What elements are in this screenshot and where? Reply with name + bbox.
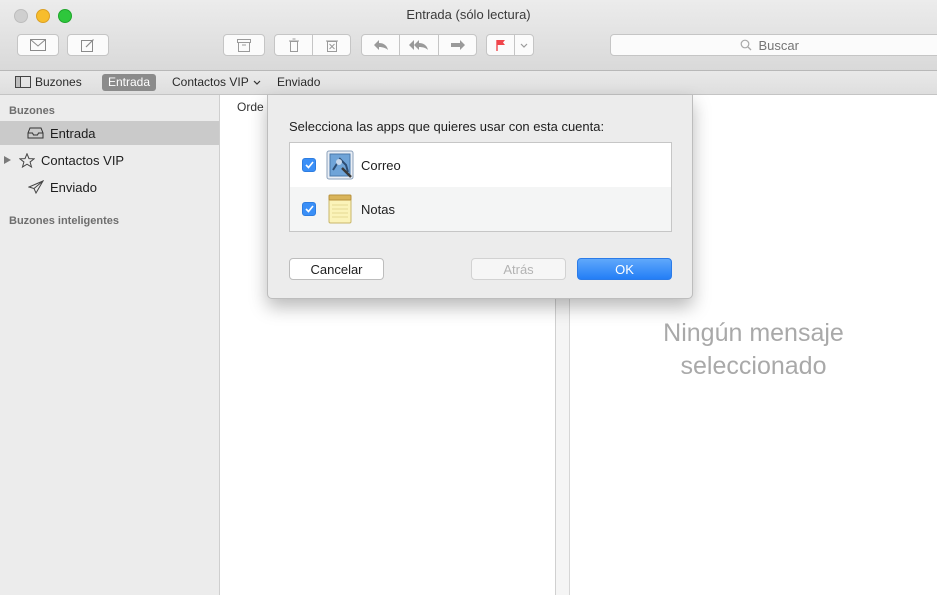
reply-all-arrow-icon <box>409 40 428 50</box>
junk-button[interactable] <box>312 34 351 56</box>
inbox-tray-icon <box>27 127 44 139</box>
favorite-sent-label: Enviado <box>277 75 321 89</box>
account-apps-sheet: Selecciona las apps que quieres usar con… <box>267 95 693 299</box>
chevron-down-icon <box>520 43 528 48</box>
forward-button[interactable] <box>438 34 477 56</box>
sidebar-item-sent[interactable]: Enviado <box>0 175 219 199</box>
favorite-vip[interactable]: Contactos VIP <box>172 75 261 89</box>
window-title: Entrada (sólo lectura) <box>406 7 531 22</box>
flag-menu-button[interactable] <box>514 34 534 56</box>
checkmark-icon <box>304 161 314 169</box>
compose-button[interactable] <box>67 34 109 56</box>
archive-box-icon <box>237 38 251 52</box>
mail-window: Entrada (sólo lectura) Buscar Buzones En… <box>0 0 937 595</box>
back-button[interactable]: Atrás <box>471 258 566 280</box>
disclosure-triangle-icon[interactable] <box>4 156 11 164</box>
archive-button[interactable] <box>223 34 265 56</box>
mailboxes-toggle[interactable]: Buzones <box>15 75 82 89</box>
sidebar-item-label: Entrada <box>50 125 96 141</box>
flag-icon <box>495 40 505 51</box>
app-list: Correo Notas <box>289 142 672 232</box>
reply-arrow-icon <box>373 40 388 50</box>
reply-all-button[interactable] <box>399 34 439 56</box>
notes-pad-icon <box>328 194 352 224</box>
flag-button[interactable] <box>486 34 515 56</box>
app-row-mail[interactable]: Correo <box>290 143 671 187</box>
sidebar-item-label: Enviado <box>50 179 97 195</box>
mailbox-sidebar: Buzones Entrada Contactos VIP Enviado Bu… <box>0 95 220 595</box>
cancel-button[interactable]: Cancelar <box>289 258 384 280</box>
magnifier-icon <box>740 39 751 51</box>
sheet-prompt: Selecciona las apps que quieres usar con… <box>289 119 605 134</box>
mailboxes-heading: Buzones <box>9 105 55 117</box>
reply-button[interactable] <box>361 34 400 56</box>
favorites-bar: Buzones Entrada Contactos VIP Enviado <box>0 71 937 95</box>
no-message-line-2: seleccionado <box>680 352 827 380</box>
favorite-sent[interactable]: Enviado <box>277 75 320 89</box>
smart-mailboxes-heading: Buzones inteligentes <box>9 215 120 227</box>
get-mail-button[interactable] <box>17 34 59 56</box>
forward-arrow-icon <box>450 40 465 50</box>
search-field[interactable] <box>610 34 937 56</box>
notes-checkbox[interactable] <box>302 202 316 216</box>
sort-label[interactable]: Orde <box>237 100 264 114</box>
star-icon <box>19 152 35 168</box>
app-name-mail: Correo <box>361 157 401 173</box>
mail-checkbox[interactable] <box>302 158 316 172</box>
paper-plane-icon <box>28 180 44 194</box>
envelope-icon <box>30 39 46 51</box>
ok-button[interactable]: OK <box>577 258 672 280</box>
search-input[interactable] <box>756 36 821 54</box>
sidebar-toggle-icon <box>15 76 31 88</box>
favorite-inbox[interactable]: Entrada <box>102 74 157 91</box>
mail-stamp-icon <box>326 150 354 180</box>
checkmark-icon <box>304 205 314 213</box>
compose-icon <box>81 39 94 52</box>
favorite-vip-label: Contactos VIP <box>172 75 249 89</box>
flag-group <box>486 34 534 56</box>
no-message-line-1: Ningún mensaje <box>663 319 844 347</box>
trash-icon <box>288 38 299 52</box>
app-row-notes[interactable]: Notas <box>290 187 671 231</box>
sidebar-item-inbox[interactable]: Entrada <box>0 121 219 145</box>
no-message-placeholder: Ningún mensaje seleccionado <box>570 317 937 383</box>
delete-button[interactable] <box>274 34 313 56</box>
junk-bin-icon <box>325 40 338 52</box>
app-name-notes: Notas <box>361 201 395 217</box>
title-bar: Entrada (sólo lectura) <box>0 0 937 71</box>
chevron-down-icon <box>253 80 261 85</box>
reply-group <box>361 34 477 56</box>
delete-junk-group <box>274 34 351 56</box>
sidebar-item-label: Contactos VIP <box>41 152 125 168</box>
sidebar-item-vip[interactable]: Contactos VIP <box>0 148 219 172</box>
mailboxes-toggle-label: Buzones <box>35 75 82 89</box>
